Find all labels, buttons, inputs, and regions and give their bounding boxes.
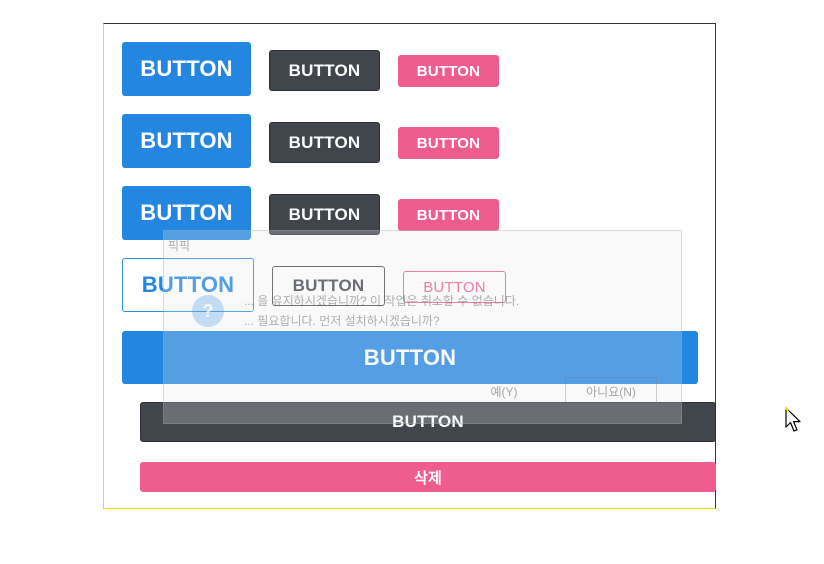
medium-dark-button-1[interactable]: BUTTON (269, 50, 380, 91)
small-outline-pink-button[interactable]: BUTTON (403, 271, 506, 303)
full-width-blue-button[interactable]: BUTTON (122, 331, 698, 384)
medium-dark-button-3[interactable]: BUTTON (269, 194, 380, 235)
large-outline-blue-button[interactable]: BUTTON (122, 258, 254, 312)
medium-dark-button-2[interactable]: BUTTON (269, 122, 380, 163)
large-blue-button-1[interactable]: BUTTON (122, 42, 251, 96)
small-pink-button-3[interactable]: BUTTON (398, 199, 499, 231)
large-blue-button-2[interactable]: BUTTON (122, 114, 251, 168)
medium-outline-dark-button[interactable]: BUTTON (272, 266, 385, 306)
large-blue-button-3[interactable]: BUTTON (122, 186, 251, 240)
full-width-dark-button[interactable]: BUTTON (140, 402, 716, 442)
mouse-pointer-icon (785, 407, 801, 432)
small-pink-button-1[interactable]: BUTTON (398, 55, 499, 87)
small-pink-button-2[interactable]: BUTTON (398, 127, 499, 159)
full-width-pink-delete-button[interactable]: 삭제 (140, 462, 716, 492)
